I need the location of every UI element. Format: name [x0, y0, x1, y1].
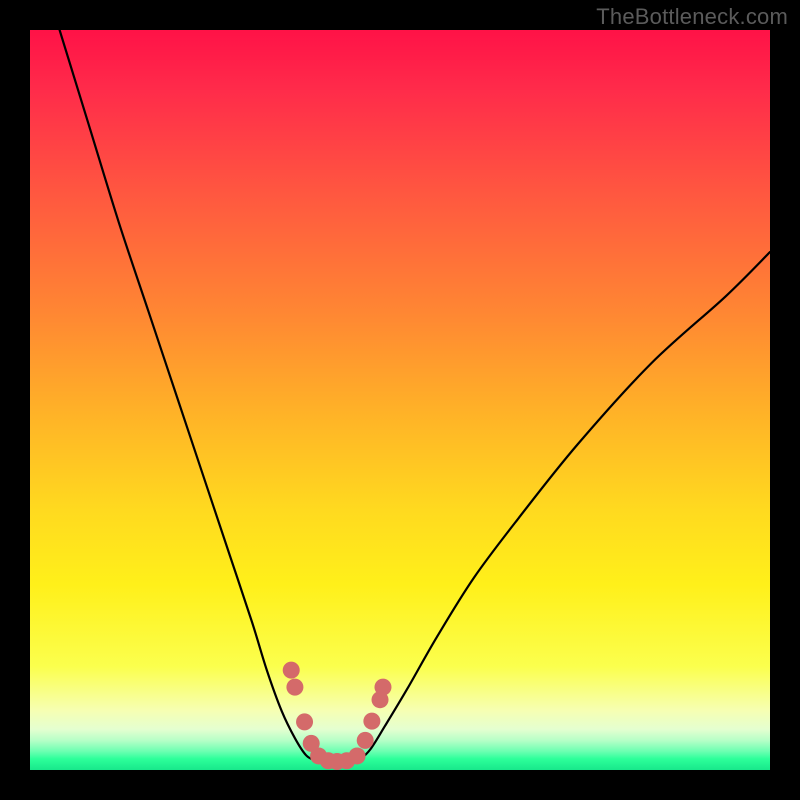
watermark-text: TheBottleneck.com — [596, 4, 788, 30]
chart-frame: TheBottleneck.com — [0, 0, 800, 800]
marker-dot — [283, 662, 300, 679]
curve-layer — [60, 30, 770, 762]
chart-svg — [30, 30, 770, 770]
marker-dot — [374, 679, 391, 696]
marker-dot — [349, 747, 366, 764]
marker-dot — [296, 713, 313, 730]
plot-area — [30, 30, 770, 770]
marker-dot — [363, 713, 380, 730]
series-left-curve — [60, 30, 315, 760]
marker-layer — [283, 662, 392, 770]
marker-dot — [286, 679, 303, 696]
marker-dot — [357, 732, 374, 749]
series-right-curve — [359, 252, 770, 760]
